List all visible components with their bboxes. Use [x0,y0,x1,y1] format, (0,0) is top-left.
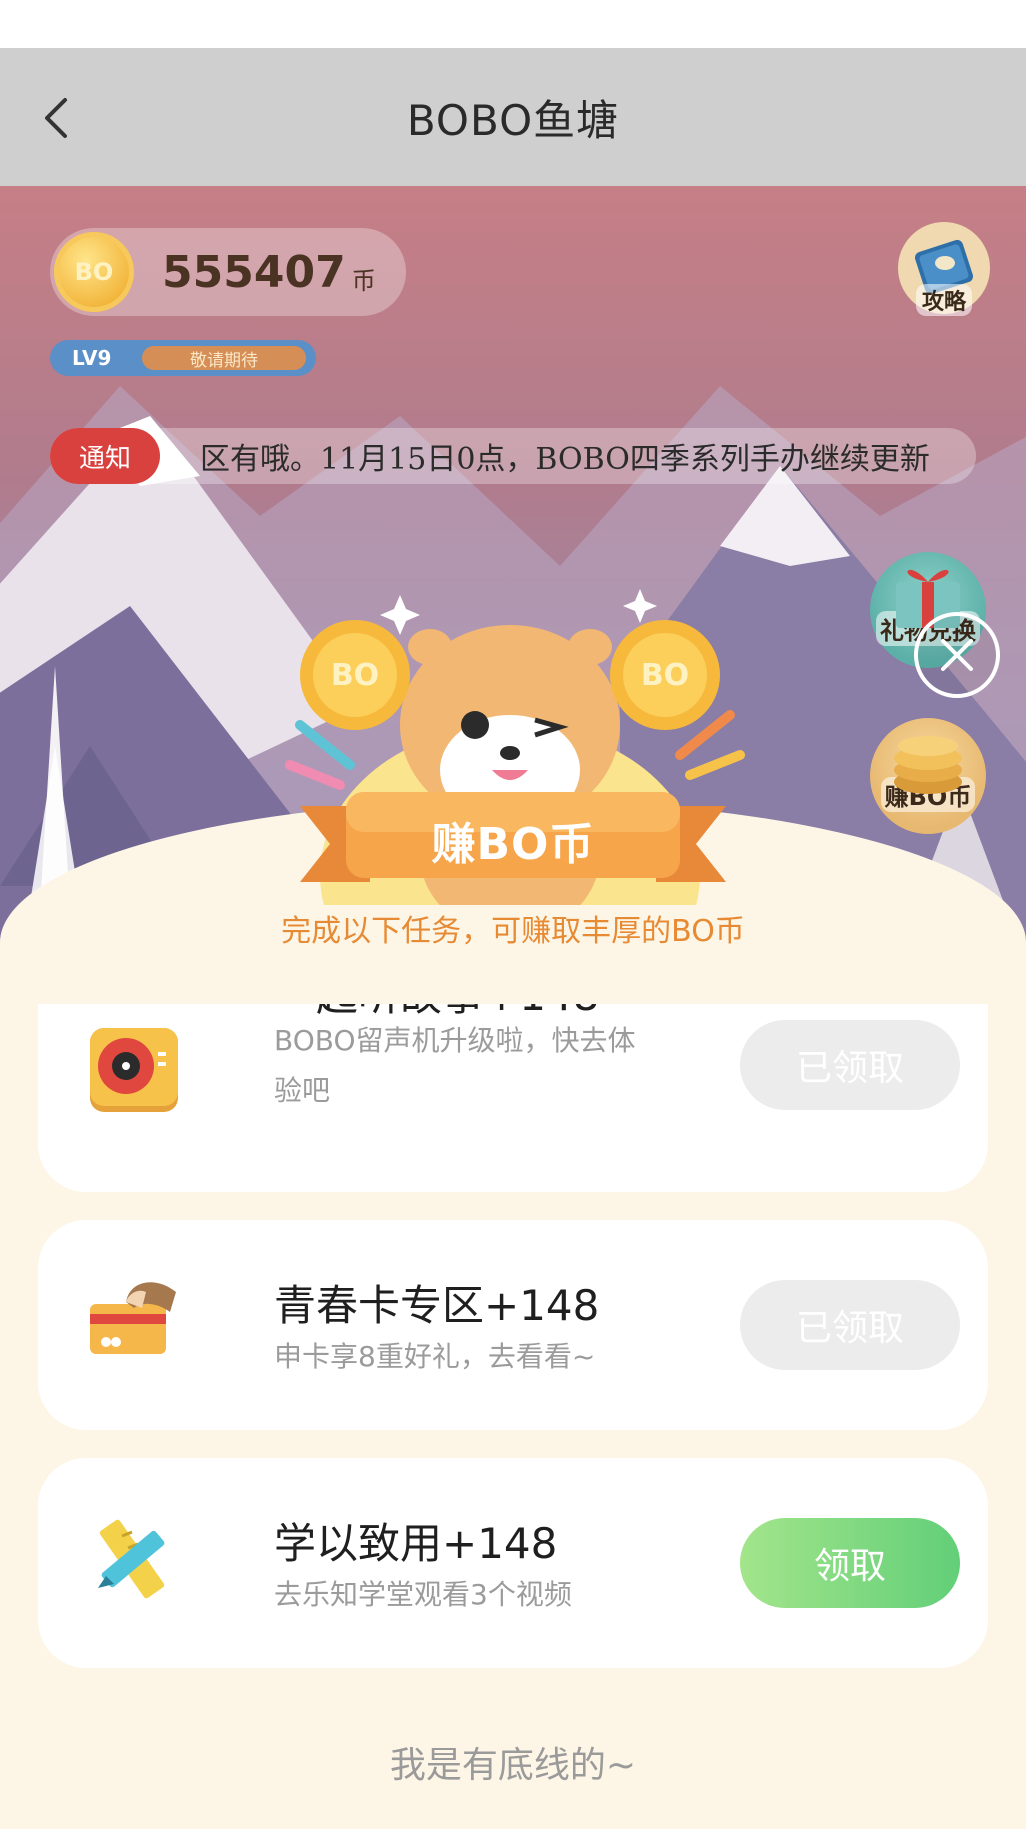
notice-bar[interactable]: 通知 区有哦。11月15日0点，BOBO四季系列手办继续更新 [50,428,976,484]
claim-button[interactable]: 已领取 [740,1280,960,1370]
task-description: BOBO留声机升级啦，快去体验吧 [274,1024,636,1107]
coin-amount: 555407 [162,246,346,298]
task-title: 学以致用+148 [274,1519,558,1568]
coin-balance: BO 555407 币 [50,228,406,316]
popup-subtitle: 完成以下任务，可赚取丰厚的BO币 [281,914,745,949]
task-list: 一起听故事+148 BOBO留声机升级啦，快去体验吧 已领取 青春卡专区+148… [0,1004,1026,1829]
notice-tag: 通知 [50,428,160,484]
chevron-left-icon [45,98,67,138]
earn-coins-ribbon: 赚BO币 [300,792,726,888]
level-bar: LV9 敬请期待 [50,340,316,376]
task-description: 申卡享8重好礼，去看看~ [274,1340,596,1373]
bo-coin-icon: BO [54,232,134,312]
coin-unit: 币 [351,266,376,295]
coin-badge-right: BO [641,658,689,693]
guide-button[interactable]: 攻略 [896,222,992,332]
task-description: 去乐知学堂观看3个视频 [274,1578,572,1611]
claim-button[interactable]: 领取 [740,1518,960,1608]
back-button[interactable] [30,88,80,148]
task-card-learning: 学以致用+148 去乐知学堂观看3个视频 领取 [38,1458,988,1668]
guide-label: 攻略 [915,284,972,316]
claim-button[interactable]: 已领取 [740,1020,960,1110]
coin-stack-icon [894,736,962,794]
level-label: LV9 [72,346,112,370]
close-icon [941,639,973,671]
status-bar-area [0,0,1026,48]
task-card-story: 一起听故事+148 BOBO留声机升级啦，快去体验吧 已领取 [38,1004,988,1192]
record-player-icon [90,1028,178,1112]
notice-text: 区有哦。11月15日0点，BOBO四季系列手办继续更新 [200,442,930,477]
close-popup-button[interactable] [914,612,1000,698]
task-title: 青春卡专区+148 [274,1281,600,1330]
list-end-footer: 我是有底线的~ [389,1745,637,1786]
task-card-youth-card: 青春卡专区+148 申卡享8重好礼，去看看~ 已领取 [38,1220,988,1430]
earn-coins-button[interactable]: 赚BO币 [870,718,986,834]
coin-badge-left: BO [331,658,379,693]
popup-title: 赚BO币 [431,819,595,870]
page-title: BOBO鱼塘 [406,95,620,145]
ruler-pencil-icon [98,1519,165,1599]
credit-card-icon [90,1282,176,1354]
level-progress: 敬请期待 [142,346,306,371]
nav-bar: BOBO鱼塘 [0,48,1026,186]
